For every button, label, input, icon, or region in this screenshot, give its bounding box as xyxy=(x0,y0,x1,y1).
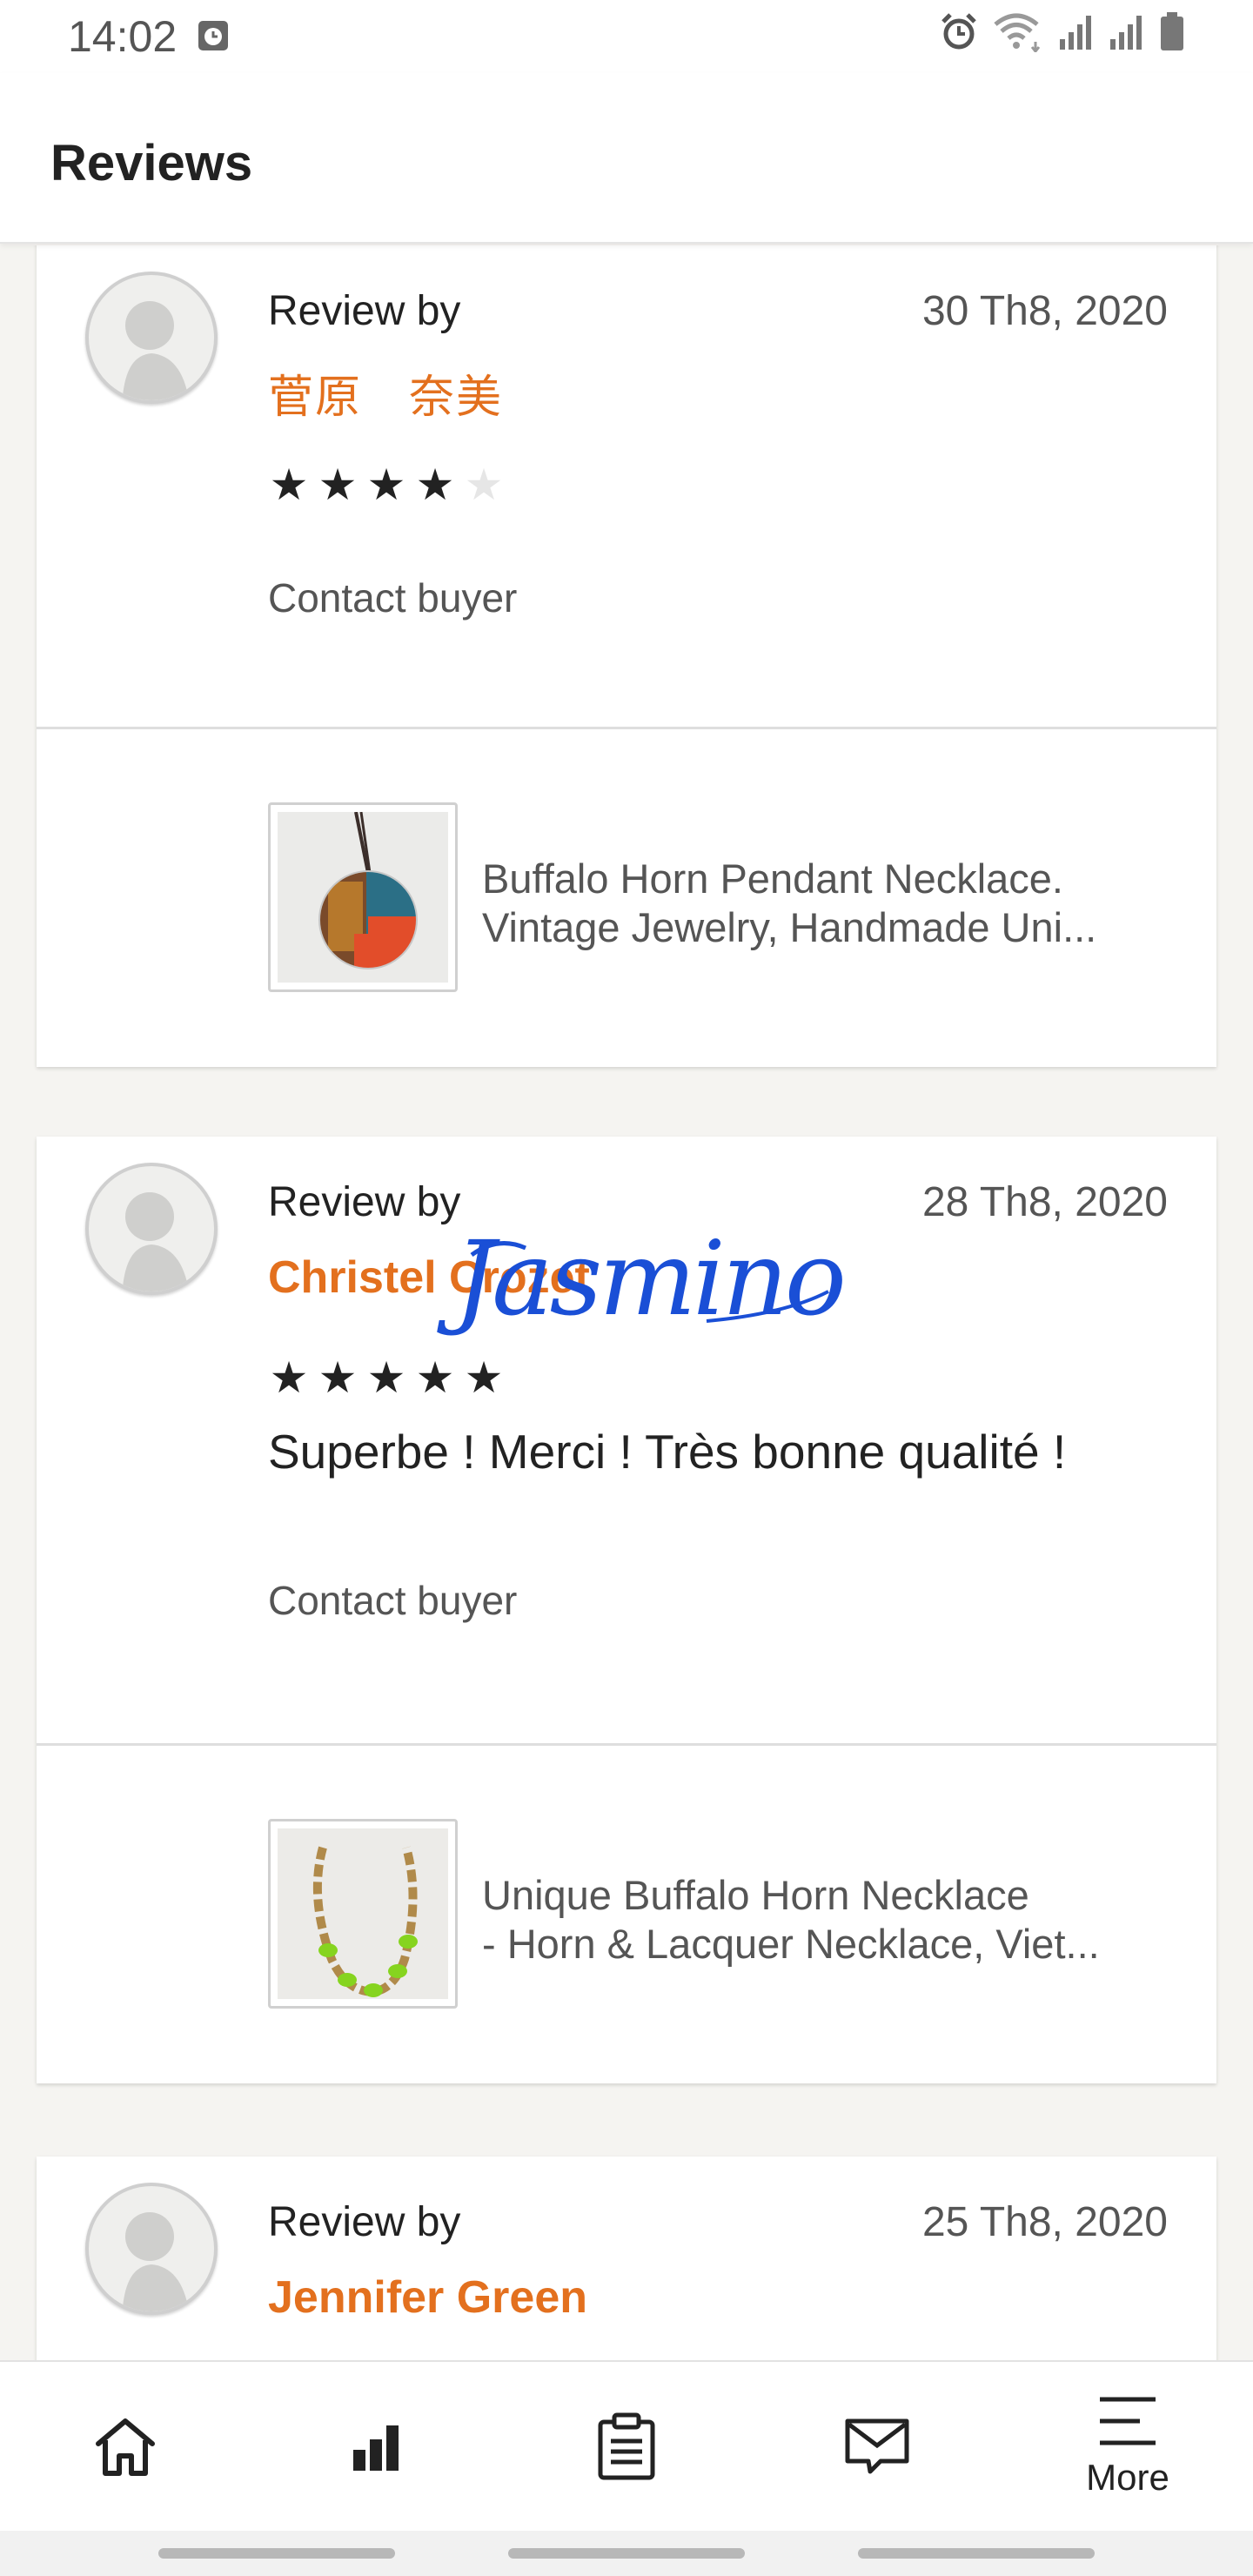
system-gesture-bar xyxy=(0,2531,1253,2576)
avatar[interactable] xyxy=(85,272,218,404)
star-filled-icon: ★ xyxy=(269,460,309,509)
reviewer-name[interactable]: 菅原 奈美 xyxy=(268,360,503,426)
nav-messages[interactable] xyxy=(752,2362,1002,2531)
status-bar: 14:02 xyxy=(0,0,1253,73)
signal-icon xyxy=(1058,11,1096,62)
star-filled-icon: ★ xyxy=(415,460,455,509)
bottom-nav: More xyxy=(0,2360,1253,2531)
product-thumbnail[interactable] xyxy=(268,802,458,992)
review-header: Review by 30 Th8, 2020 菅原 奈美 ★ ★ ★ ★ ★ Conta… xyxy=(37,245,1216,729)
product-thumbnail[interactable] xyxy=(268,1819,458,2009)
review-card: Review by 25 Th8, 2020 Jennifer Green xyxy=(37,2157,1216,2360)
home-icon xyxy=(96,2418,155,2476)
recent-apps-handle[interactable] xyxy=(158,2548,395,2559)
star-rating: ★ ★ ★ ★ ★ xyxy=(268,1356,505,1399)
review-header: Review by 28 Th8, 2020 Christel Crozet J… xyxy=(37,1137,1216,1746)
signature-watermark: Jasmino xyxy=(437,1218,847,1338)
reviewer-name[interactable]: Jennifer Green xyxy=(268,2271,587,2324)
avatar[interactable] xyxy=(85,1163,218,1295)
review-by-label: Review by xyxy=(268,1179,461,1225)
signal-icon-2 xyxy=(1109,11,1147,62)
nav-stats[interactable] xyxy=(251,2362,501,2531)
menu-icon xyxy=(1100,2397,1156,2445)
product-title-line: Vintage Jewelry, Handmade Uni... xyxy=(482,904,1097,950)
product-title[interactable]: Buffalo Horn Pendant Necklace. Vintage J… xyxy=(482,855,1178,952)
product-title-line: - Horn & Lacquer Necklace, Viet... xyxy=(482,1921,1100,1967)
nav-home[interactable] xyxy=(0,2362,251,2531)
star-filled-icon: ★ xyxy=(415,1353,455,1402)
star-filled-icon: ★ xyxy=(366,460,406,509)
reviews-list[interactable]: Review by 30 Th8, 2020 菅原 奈美 ★ ★ ★ ★ ★ Conta… xyxy=(0,245,1253,2360)
product-title[interactable]: Unique Buffalo Horn Necklace - Horn & La… xyxy=(482,1871,1178,1969)
review-by-label: Review by xyxy=(268,2199,461,2245)
review-product[interactable]: Buffalo Horn Pendant Necklace. Vintage J… xyxy=(37,729,1216,1067)
star-filled-icon: ★ xyxy=(366,1353,406,1402)
star-filled-icon: ★ xyxy=(318,1353,358,1402)
page-title: Reviews xyxy=(50,135,253,191)
status-time: 14:02 xyxy=(68,12,178,61)
contact-buyer-link[interactable]: Contact buyer xyxy=(268,574,517,621)
review-date: 30 Th8, 2020 xyxy=(921,288,1168,334)
wifi-icon xyxy=(992,10,1046,63)
review-card: Review by 30 Th8, 2020 菅原 奈美 ★ ★ ★ ★ ★ Conta… xyxy=(37,245,1216,1067)
signature-text: Jasmino xyxy=(437,1218,843,1338)
app-header: Reviews xyxy=(0,73,1253,244)
avatar[interactable] xyxy=(85,2183,218,2315)
product-title-line: Buffalo Horn Pendant Necklace. xyxy=(482,855,1063,902)
review-header: Review by 25 Th8, 2020 Jennifer Green xyxy=(37,2157,1216,2360)
alarm-icon xyxy=(938,10,980,63)
nav-more-label: More xyxy=(1086,2457,1169,2498)
battery-icon xyxy=(1159,11,1185,62)
review-product[interactable]: Unique Buffalo Horn Necklace - Horn & La… xyxy=(37,1746,1216,2083)
nav-more[interactable]: More xyxy=(1002,2362,1253,2531)
review-date: 28 Th8, 2020 xyxy=(921,1179,1168,1225)
product-title-line: Unique Buffalo Horn Necklace xyxy=(482,1872,1029,1918)
messages-icon xyxy=(845,2418,909,2474)
review-date: 25 Th8, 2020 xyxy=(921,2199,1168,2245)
star-empty-icon: ★ xyxy=(464,460,504,509)
review-card: Review by 28 Th8, 2020 Christel Crozet J… xyxy=(37,1137,1216,2083)
star-filled-icon: ★ xyxy=(269,1353,309,1402)
review-text: Superbe ! Merci ! Très bonne qualité ! xyxy=(268,1425,1067,1479)
star-rating: ★ ★ ★ ★ ★ xyxy=(268,463,505,506)
star-filled-icon: ★ xyxy=(318,460,358,509)
review-by-label: Review by xyxy=(268,288,461,334)
orders-icon xyxy=(598,2412,655,2480)
back-handle[interactable] xyxy=(858,2548,1095,2559)
contact-buyer-link[interactable]: Contact buyer xyxy=(268,1577,517,1624)
clock-app-icon xyxy=(198,11,229,62)
stats-icon xyxy=(353,2425,399,2471)
home-handle[interactable] xyxy=(508,2548,745,2559)
star-filled-icon: ★ xyxy=(464,1353,504,1402)
nav-orders[interactable] xyxy=(501,2362,752,2531)
